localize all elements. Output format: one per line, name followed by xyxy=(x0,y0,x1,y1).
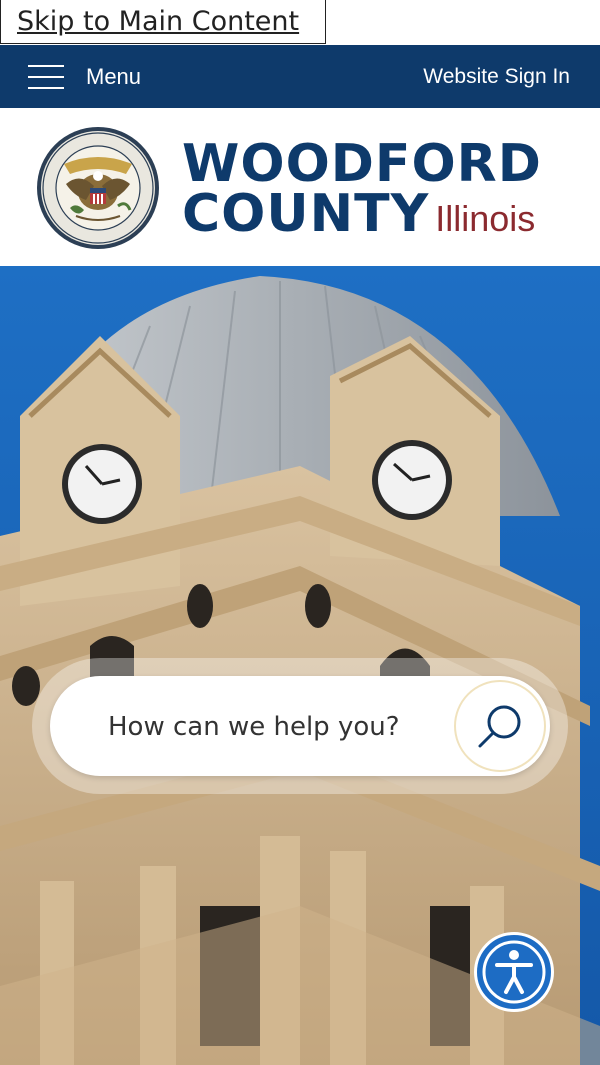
website-sign-in-link[interactable]: Website Sign In xyxy=(423,45,570,108)
menu-button[interactable]: Menu xyxy=(28,45,141,108)
wordmark-line2: COUNTY Illinois xyxy=(182,188,542,245)
hamburger-icon xyxy=(28,64,64,89)
wordmark-line1: WOODFORD xyxy=(182,134,542,194)
search-button[interactable] xyxy=(454,680,546,772)
site-search xyxy=(50,676,550,778)
skip-to-main-content[interactable]: Skip to Main Content xyxy=(0,0,326,44)
county-seal-logo[interactable] xyxy=(36,126,160,250)
site-header: WOODFORD COUNTY Illinois xyxy=(0,108,600,266)
wordmark-county: COUNTY xyxy=(182,184,430,244)
wordmark-state: Illinois xyxy=(435,198,536,239)
skip-link[interactable]: Skip to Main Content xyxy=(1,0,325,37)
menu-label: Menu xyxy=(86,63,142,89)
search-icon xyxy=(478,705,521,748)
accessibility-icon xyxy=(482,940,546,1004)
search-input[interactable] xyxy=(106,676,450,778)
accessibility-button[interactable] xyxy=(474,932,554,1012)
top-bar: Menu Website Sign In xyxy=(0,45,600,108)
site-wordmark[interactable]: WOODFORD COUNTY Illinois xyxy=(182,134,542,245)
